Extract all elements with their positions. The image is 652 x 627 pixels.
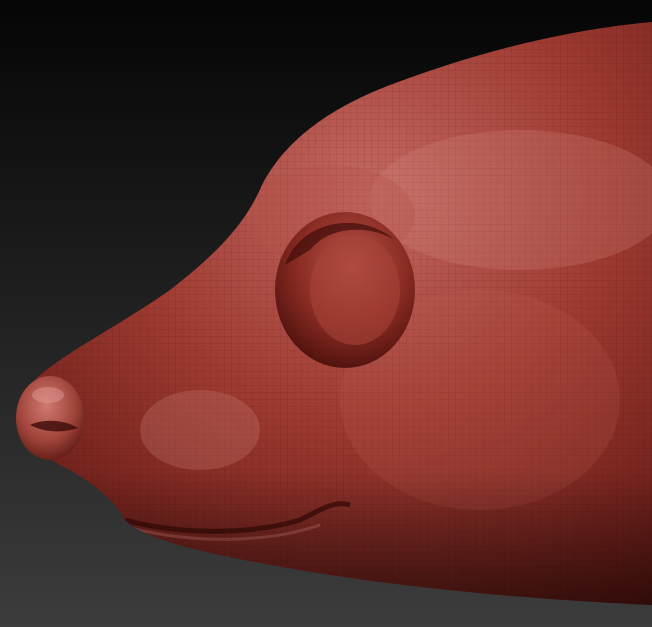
sculpt-viewport[interactable] — [0, 0, 652, 627]
viewport-canvas[interactable] — [0, 0, 652, 627]
nose-highlight — [32, 387, 64, 403]
nose — [16, 376, 84, 460]
